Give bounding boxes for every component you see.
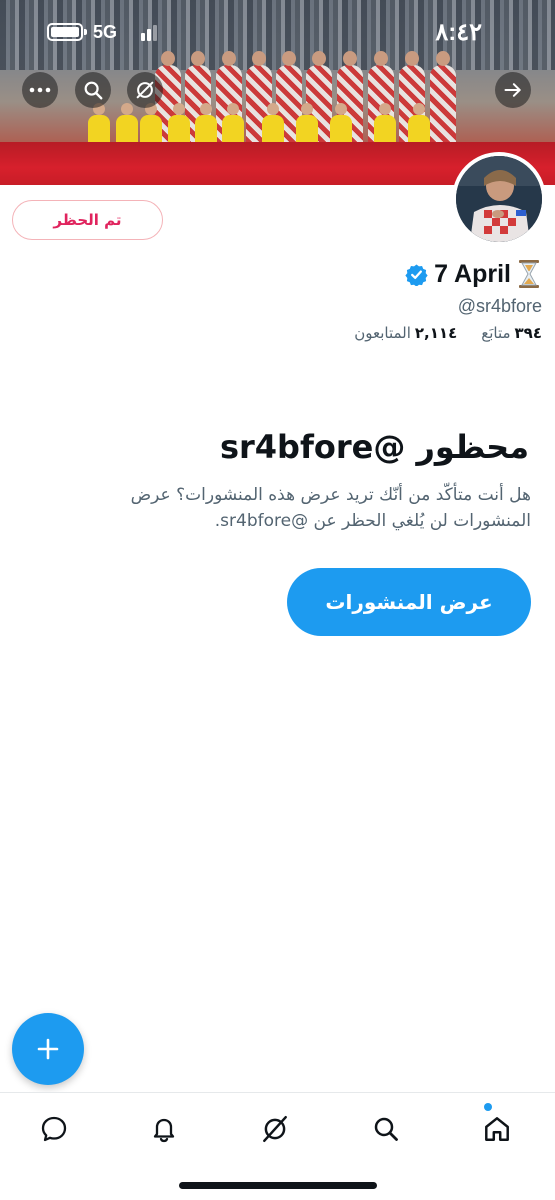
grok-icon (263, 1115, 287, 1143)
tab-home[interactable] (477, 1109, 517, 1149)
tab-search[interactable] (366, 1109, 406, 1149)
following-label: متابَع (481, 324, 511, 342)
status-bar: 5G ٨:٤٢ (0, 19, 555, 50)
home-indicator (179, 1182, 377, 1189)
grok-icon (136, 81, 154, 99)
blocked-description: هل أنت متأكّد من أنّك تريد عرض هذه المنش… (130, 485, 531, 531)
network-type: 5G (93, 22, 118, 42)
search-icon (374, 1117, 398, 1141)
back-button[interactable] (495, 72, 531, 108)
back-arrow-icon (504, 83, 521, 97)
hourglass-icon (519, 260, 539, 288)
verified-badge-icon (405, 263, 428, 286)
battery-icon (47, 23, 87, 41)
tab-messages[interactable] (34, 1109, 74, 1149)
compose-button[interactable] (12, 1013, 84, 1085)
followers-count: ٢,١١٤ (414, 324, 458, 342)
grok-button[interactable] (127, 72, 163, 108)
more-icon (29, 87, 51, 93)
following-stat[interactable]: ٣٩٤متابَع (481, 324, 542, 342)
profile-name-row: 7 April (405, 257, 541, 291)
blocked-title: محظور @sr4bfore (219, 428, 529, 466)
followers-stat[interactable]: ٢,١١٤المتابعون (354, 324, 457, 342)
following-count: ٣٩٤ (514, 324, 542, 342)
view-posts-button[interactable]: عرض المنشورات (287, 568, 531, 636)
more-button[interactable] (22, 72, 58, 108)
avatar-image (456, 156, 542, 242)
profile-name: 7 April (434, 259, 511, 288)
status-time: ٨:٤٢ (435, 19, 482, 46)
avatar[interactable] (452, 152, 546, 246)
signal-icon (141, 25, 161, 41)
blocked-button[interactable]: تم الحظر (12, 200, 163, 240)
home-notification-dot (484, 1103, 492, 1111)
plus-icon (37, 1038, 59, 1060)
home-icon (485, 1117, 509, 1141)
followers-label: المتابعون (354, 324, 411, 342)
profile-handle: @sr4bfore (457, 296, 542, 316)
search-button[interactable] (75, 72, 111, 108)
tab-notifications[interactable] (144, 1109, 184, 1149)
notifications-icon (153, 1118, 175, 1143)
messages-icon (41, 1116, 67, 1142)
search-icon (84, 81, 103, 100)
profile-stats: ٣٩٤متابَع ٢,١١٤المتابعون (354, 324, 542, 342)
tab-grok[interactable] (255, 1109, 295, 1149)
